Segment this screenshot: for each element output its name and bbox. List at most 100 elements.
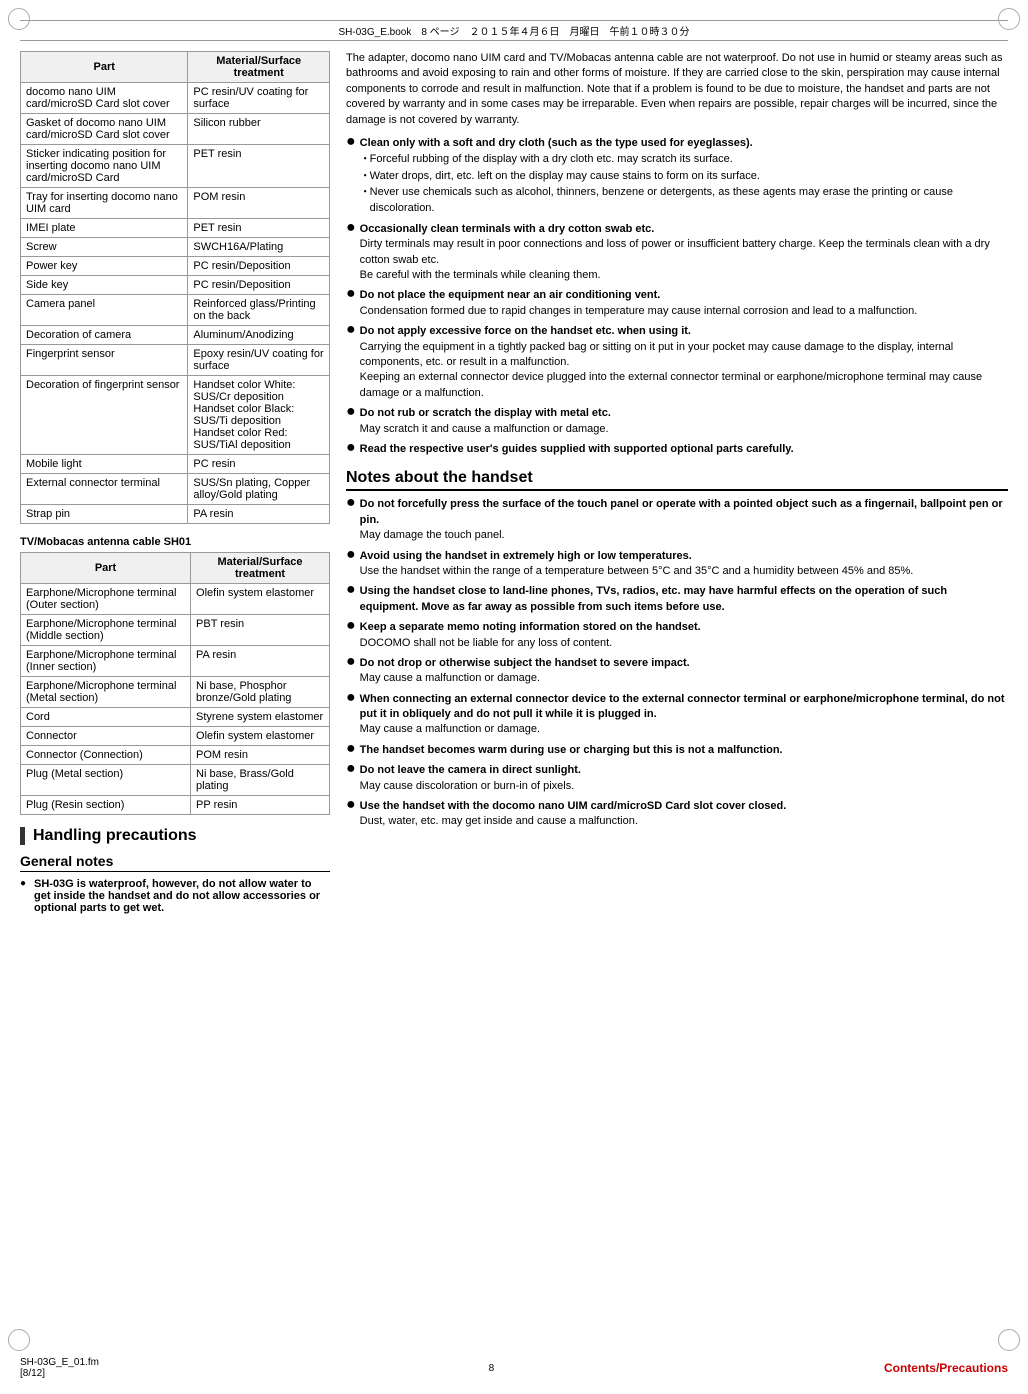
bullet-heading: Do not forcefully press the surface of t… — [360, 498, 1003, 525]
table1-cell-part: docomo nano UIM card/microSD Card slot c… — [21, 83, 188, 114]
bullet-heading: Do not leave the camera in direct sunlig… — [360, 764, 581, 776]
table1-cell-part: Decoration of camera — [21, 326, 188, 345]
table1-cell-material: Aluminum/Anodizing — [188, 326, 330, 345]
table2-row: Plug (Metal section)Ni base, Brass/Gold … — [21, 765, 330, 796]
bullet-content: Do not drop or otherwise subject the han… — [360, 656, 1008, 687]
bullet-content: Clean only with a soft and dry cloth (su… — [360, 136, 1008, 217]
bullet-item: ●Do not apply excessive force on the han… — [346, 324, 1008, 401]
page-wrapper: SH-03G_E.book 8 ページ ２０１５年４月６日 月曜日 午前１０時３… — [0, 0, 1028, 1394]
table2-cell-material: Ni base, Brass/Gold plating — [191, 765, 330, 796]
sub-bullet-item: ・Forceful rubbing of the display with a … — [360, 152, 1008, 167]
general-notes-bullet-1: SH-03G is waterproof, however, do not al… — [20, 878, 330, 914]
sub-bullet-item: ・Water drops, dirt, etc. left on the dis… — [360, 169, 1008, 184]
bullet-text: Use the handset within the range of a te… — [360, 564, 1008, 579]
table1-cell-material: SUS/Sn plating, Copper alloy/Gold platin… — [188, 474, 330, 505]
table2-cell-part: Earphone/Microphone terminal (Inner sect… — [21, 646, 191, 677]
table2-cell-material: Ni base, Phosphor bronze/Gold plating — [191, 677, 330, 708]
bullet-item: ●Avoid using the handset in extremely hi… — [346, 549, 1008, 580]
corner-decoration-bl — [8, 1329, 30, 1351]
bullet-content: When connecting an external connector de… — [360, 692, 1008, 738]
bullet-dot: ● — [346, 797, 356, 813]
bottom-bar: SH-03G_E_01.fm [8/12] 8 Contents/Precaut… — [20, 1357, 1008, 1379]
notes-bullets: ● Do not forcefully press the surface of … — [346, 497, 1008, 829]
table2-title: TV/Mobacas antenna cable SH01 — [20, 536, 330, 548]
table1-row: Decoration of fingerprint sensorHandset … — [21, 376, 330, 455]
table1-row: Mobile lightPC resin — [21, 455, 330, 474]
table1-row: Strap pinPA resin — [21, 505, 330, 524]
bullet-item: ●Do not place the equipment near an air … — [346, 288, 1008, 319]
table2-cell-material: PBT resin — [191, 615, 330, 646]
bullet-text: May scratch it and cause a malfunction o… — [360, 422, 1008, 437]
handling-precautions-heading: Handling precautions — [20, 827, 330, 845]
table2-row: CordStyrene system elastomer — [21, 708, 330, 727]
bullet-item: ●Clean only with a soft and dry cloth (s… — [346, 136, 1008, 217]
bullet-text: May damage the touch panel. — [360, 528, 1008, 543]
bullet-item: ●Do not forcefully press the surface of … — [346, 497, 1008, 543]
table1-cell-material: Handset color White: SUS/Cr deposition H… — [188, 376, 330, 455]
bullet-heading: Use the handset with the docomo nano UIM… — [360, 800, 787, 812]
header-text: SH-03G_E.book 8 ページ ２０１５年４月６日 月曜日 午前１０時３… — [339, 27, 690, 38]
table2-col2-header: Material/Surface treatment — [191, 553, 330, 584]
table2-cell-part: Plug (Metal section) — [21, 765, 191, 796]
table1-cell-material: PET resin — [188, 219, 330, 238]
bullet-text: Condensation formed due to rapid changes… — [360, 304, 1008, 319]
table1-row: Tray for inserting docomo nano UIM cardP… — [21, 188, 330, 219]
bullet-dot: ● — [346, 582, 356, 598]
table1-cell-part: Screw — [21, 238, 188, 257]
bullet-text: May cause discoloration or burn-in of pi… — [360, 779, 1008, 794]
table2-row: Connector (Connection)POM resin — [21, 746, 330, 765]
bullet-heading: When connecting an external connector de… — [360, 693, 1005, 720]
table1-cell-part: Power key — [21, 257, 188, 276]
table1-cell-part: Fingerprint sensor — [21, 345, 188, 376]
table2-cell-material: PP resin — [191, 796, 330, 815]
bullet-item: ●When connecting an external connector d… — [346, 692, 1008, 738]
table1-cell-part: IMEI plate — [21, 219, 188, 238]
bullet-heading: The handset becomes warm during use or c… — [360, 744, 783, 756]
bullet-content: Do not leave the camera in direct sunlig… — [360, 763, 1008, 794]
footer-file-info: SH-03G_E_01.fm [8/12] — [20, 1357, 99, 1379]
table2-row: Plug (Resin section)PP resin — [21, 796, 330, 815]
bullet-heading: Do not rub or scratch the display with m… — [360, 407, 611, 419]
bullet-content: Do not forcefully press the surface of t… — [360, 497, 1008, 543]
table1-row: Decoration of cameraAluminum/Anodizing — [21, 326, 330, 345]
materials-table-1: Part Material/Surface treatment docomo n… — [20, 51, 330, 524]
bullet-content: Using the handset close to land-line pho… — [360, 584, 1008, 615]
table2-col1-header: Part — [21, 553, 191, 584]
table1-cell-part: External connector terminal — [21, 474, 188, 505]
bullet-dot: ● — [346, 761, 356, 777]
bullet-item: ● Do not leave the camera in direct sunli… — [346, 763, 1008, 794]
table1-row: Side keyPC resin/Deposition — [21, 276, 330, 295]
bullet-item: ●Do not drop or otherwise subject the ha… — [346, 656, 1008, 687]
bullet-item: ●Read the respective user's guides suppl… — [346, 442, 1008, 457]
bullet-item: ●Occasionally clean terminals with a dry… — [346, 222, 1008, 284]
table1-cell-material: Silicon rubber — [188, 114, 330, 145]
bullet-dot: ● — [346, 220, 356, 236]
bullet-item: ●Keep a separate memo noting information… — [346, 620, 1008, 651]
notes-about-handset-heading: Notes about the handset — [346, 469, 1008, 491]
table2-row: Earphone/Microphone terminal (Middle sec… — [21, 615, 330, 646]
table1-row: Fingerprint sensorEpoxy resin/UV coating… — [21, 345, 330, 376]
table1-cell-part: Mobile light — [21, 455, 188, 474]
table1-cell-material: Reinforced glass/Printing on the back — [188, 295, 330, 326]
table1-cell-material: POM resin — [188, 188, 330, 219]
bullet-content: Do not place the equipment near an air c… — [360, 288, 1008, 319]
bullet-item: ●Using the handset close to land-line ph… — [346, 584, 1008, 615]
right-bullets: ●Clean only with a soft and dry cloth (s… — [346, 136, 1008, 457]
table1-cell-part: Side key — [21, 276, 188, 295]
table1-row: ScrewSWCH16A/Plating — [21, 238, 330, 257]
general-notes-heading: General notes — [20, 853, 330, 872]
bullet-dot: ● — [346, 618, 356, 634]
corner-decoration-tr — [998, 8, 1020, 30]
bullet-item: ● Use the handset with the docomo nano UI… — [346, 799, 1008, 830]
bullet-heading: Do not place the equipment near an air c… — [360, 289, 661, 301]
bullet-text: Dirty terminals may result in poor conne… — [360, 237, 1008, 283]
bullet-content: Do not rub or scratch the display with m… — [360, 406, 1008, 437]
table2-row: Earphone/Microphone terminal (Inner sect… — [21, 646, 330, 677]
table1-row: Camera panelReinforced glass/Printing on… — [21, 295, 330, 326]
corner-decoration-br — [998, 1329, 1020, 1351]
bullet-dot: ● — [346, 404, 356, 420]
bullet-content: Use the handset with the docomo nano UIM… — [360, 799, 1008, 830]
contents-precautions-link: Contents/Precautions — [884, 1361, 1008, 1375]
bullet-dot: ● — [346, 134, 356, 150]
table2-cell-material: POM resin — [191, 746, 330, 765]
